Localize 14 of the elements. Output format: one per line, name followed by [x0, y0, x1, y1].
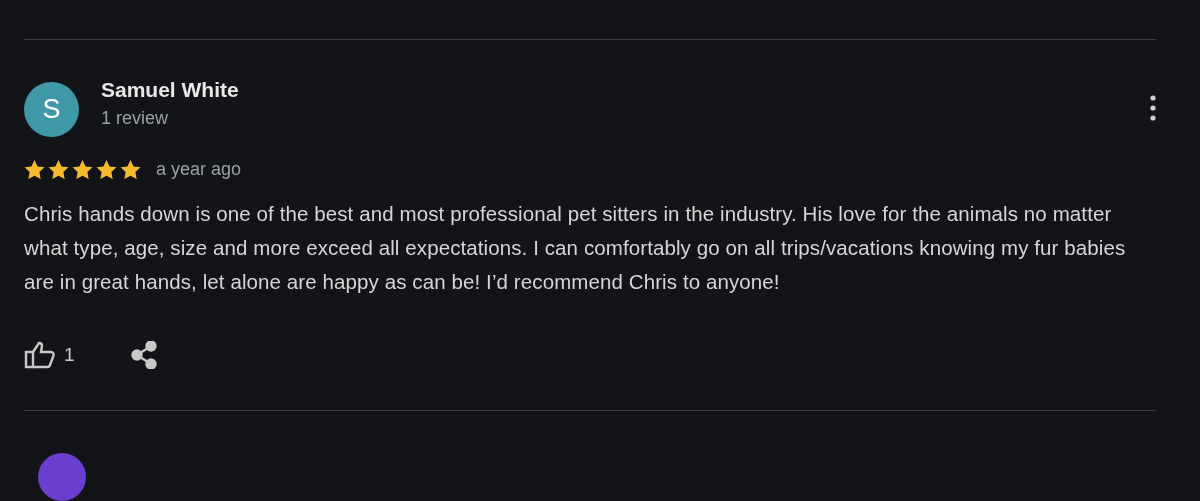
- star-icon: [120, 159, 141, 180]
- like-count: 1: [64, 344, 75, 366]
- star-icon: [96, 159, 117, 180]
- star-icon: [48, 159, 69, 180]
- share-icon[interactable]: [130, 341, 157, 369]
- review-count: 1 review: [101, 108, 170, 129]
- star-icon: [24, 159, 45, 180]
- more-icon[interactable]: [1150, 95, 1156, 121]
- reviewer-name[interactable]: Samuel White: [101, 78, 239, 102]
- review-time: a year ago: [156, 159, 242, 180]
- avatar: S: [24, 82, 79, 137]
- review-text: Chris hands down is one of the best and most professional pet sitters in the industry. His love for the animals no matter what type, age, size and more exceed all expectations. I can comfortably go on all trips/vacations knowing my fur babies are in great hands, let alone are happy as can be! I’d recommend Chris to anyone!: [24, 201, 1127, 295]
- thumbs-up-icon[interactable]: [24, 341, 56, 369]
- star-icon: [72, 159, 93, 180]
